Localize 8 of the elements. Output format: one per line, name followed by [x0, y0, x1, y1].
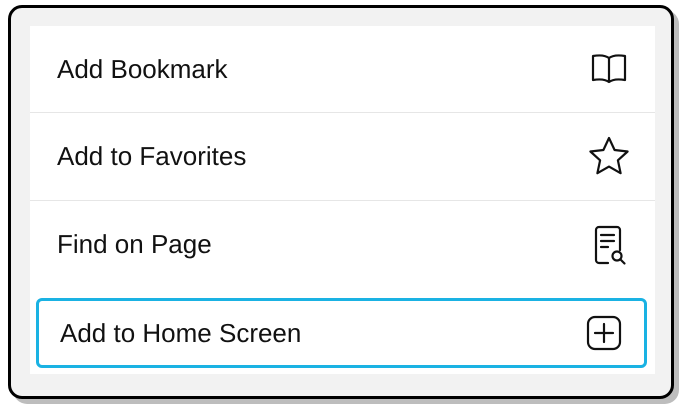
menu-item[interactable]: Add Bookmark: [30, 26, 655, 114]
menu-item-label: Add to Favorites: [57, 141, 246, 172]
menu-item[interactable]: Add to Favorites: [30, 113, 655, 201]
menu-item-label: Add to Home Screen: [60, 318, 302, 349]
menu-item-label: Find on Page: [57, 229, 212, 260]
menu-item[interactable]: Add to Home Screen: [36, 298, 647, 368]
menu-item[interactable]: Find on Page: [30, 200, 655, 288]
menu-item-label: Add Bookmark: [57, 54, 228, 85]
